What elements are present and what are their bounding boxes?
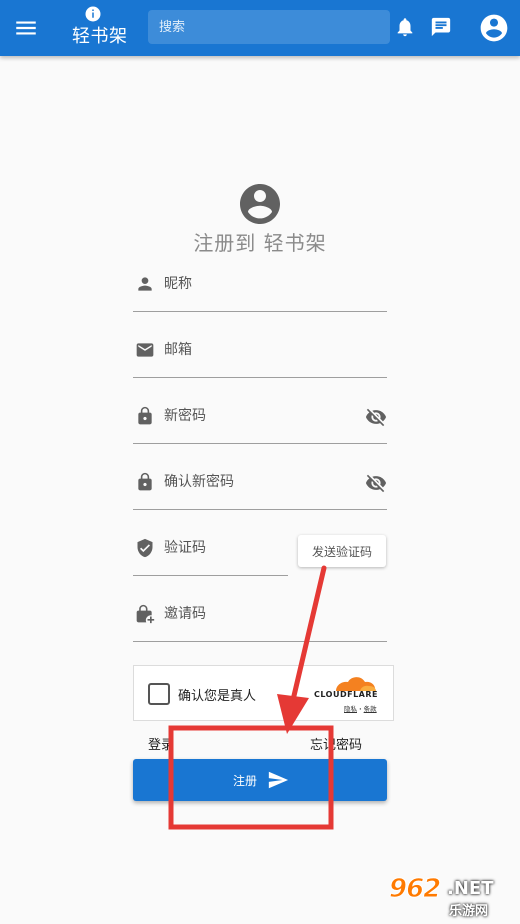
search-input[interactable] xyxy=(148,10,390,44)
register-button[interactable]: 注册 xyxy=(133,759,387,801)
confirm-password-input[interactable] xyxy=(164,468,354,496)
send-code-button[interactable]: 发送验证码 xyxy=(298,535,386,567)
mail-icon xyxy=(136,343,154,357)
invite-code-input[interactable] xyxy=(164,600,354,628)
new-password-field[interactable] xyxy=(133,398,387,444)
register-button-label: 注册 xyxy=(233,774,258,788)
email-field[interactable] xyxy=(133,332,387,378)
forgot-password-link[interactable]: 忘记密码 xyxy=(310,734,362,753)
captcha-checkbox[interactable] xyxy=(148,683,170,705)
info-icon[interactable] xyxy=(84,5,102,23)
new-password-input[interactable] xyxy=(164,402,354,430)
captcha-label: 确认您是真人 xyxy=(178,689,257,704)
chat-icon[interactable] xyxy=(430,16,452,38)
lock-plus-icon xyxy=(136,604,155,624)
captcha-link-separator: · xyxy=(359,705,362,713)
privacy-link[interactable]: 隐私 xyxy=(344,705,357,713)
watermark-suffix: .NET xyxy=(447,878,494,899)
verification-code-field[interactable] xyxy=(133,530,288,576)
eye-off-icon[interactable] xyxy=(365,406,387,428)
account-circle-icon[interactable] xyxy=(478,12,510,44)
person-icon xyxy=(138,277,152,291)
bell-icon[interactable] xyxy=(394,16,416,38)
eye-off-icon[interactable] xyxy=(365,472,387,494)
login-link[interactable]: 登录 xyxy=(148,734,174,753)
nickname-input[interactable] xyxy=(164,270,354,298)
confirm-password-field[interactable] xyxy=(133,464,387,510)
verification-code-input[interactable] xyxy=(164,534,284,562)
account-circle-icon xyxy=(240,184,280,224)
lock-icon xyxy=(138,406,152,425)
nickname-field[interactable] xyxy=(133,266,387,312)
menu-icon[interactable] xyxy=(13,15,39,41)
lock-icon xyxy=(138,472,152,491)
app-title[interactable]: 轻书架 xyxy=(72,26,128,48)
register-title: 注册到 轻书架 xyxy=(193,231,327,255)
captcha-links: 隐私 · 条款 xyxy=(344,703,377,713)
search-box[interactable] xyxy=(148,10,390,44)
site-watermark: 962 .NET 乐游网 xyxy=(383,872,517,920)
cloudflare-brand: CLOUDFLARE xyxy=(314,690,378,699)
shield-check-icon xyxy=(137,538,153,558)
watermark-number: 962 xyxy=(388,874,441,905)
app-bar: 轻书架 xyxy=(0,0,520,56)
watermark-subtitle: 乐游网 xyxy=(449,904,489,919)
terms-link[interactable]: 条款 xyxy=(364,705,377,713)
invite-code-field[interactable] xyxy=(133,596,387,642)
email-input[interactable] xyxy=(164,336,354,364)
send-icon xyxy=(268,771,289,789)
captcha-widget: 确认您是真人 CLOUDFLARE 隐私 · 条款 xyxy=(133,665,394,721)
